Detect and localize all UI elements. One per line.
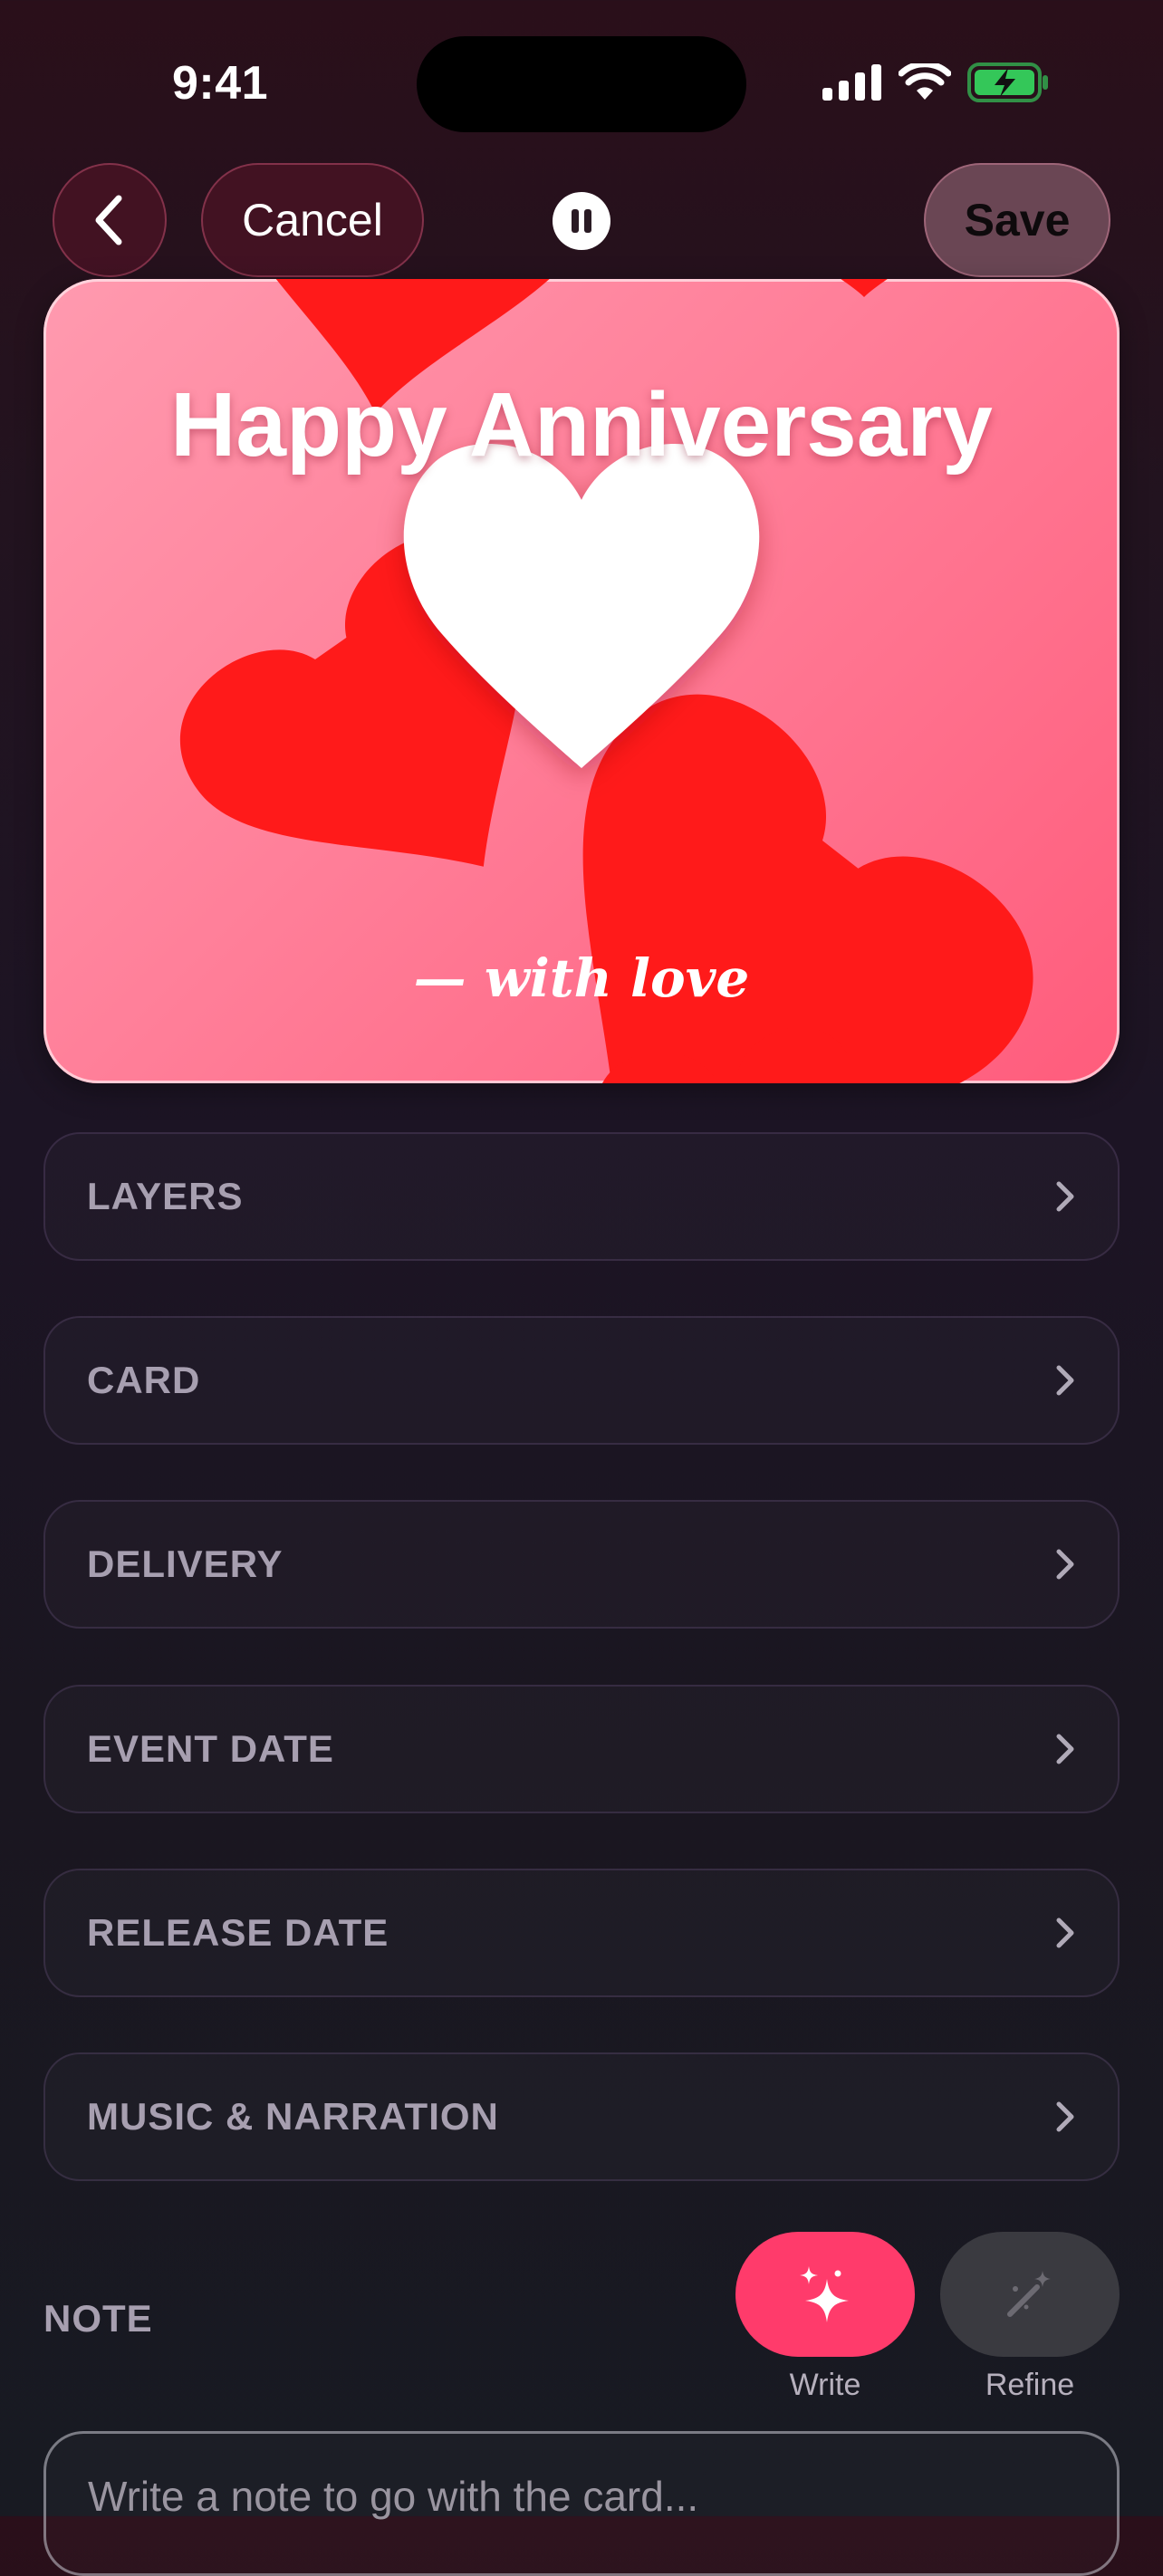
wifi-icon — [899, 63, 951, 100]
save-button[interactable]: Save — [924, 163, 1110, 277]
chevron-right-icon — [1056, 1365, 1074, 1396]
row-card[interactable]: CARD — [43, 1316, 1120, 1445]
heart-shape — [582, 694, 1033, 1083]
row-label: CARD — [87, 1359, 201, 1401]
pause-icon — [572, 209, 591, 233]
row-layers[interactable]: LAYERS — [43, 1132, 1120, 1261]
dynamic-island — [417, 36, 746, 132]
card-title: Happy Anniversary — [170, 374, 993, 476]
row-label: EVENT DATE — [87, 1727, 334, 1770]
row-label: DELIVERY — [87, 1543, 284, 1585]
chevron-left-icon — [95, 195, 122, 245]
card-preview[interactable]: Happy Anniversary — with love — [43, 279, 1120, 1083]
heart-shape — [841, 279, 888, 298]
chevron-right-icon — [1056, 1549, 1074, 1580]
refine-button[interactable] — [940, 2232, 1120, 2357]
row-event-date[interactable]: EVENT DATE — [43, 1685, 1120, 1813]
chevron-right-icon — [1056, 1918, 1074, 1948]
status-time: 9:41 — [172, 57, 269, 110]
write-button[interactable] — [735, 2232, 915, 2357]
row-release-date[interactable]: RELEASE DATE — [43, 1869, 1120, 1997]
row-label: LAYERS — [87, 1175, 244, 1217]
status-icons — [822, 60, 1051, 105]
sparkles-icon — [800, 2266, 849, 2322]
pause-button[interactable] — [553, 192, 610, 250]
row-label: MUSIC & NARRATION — [87, 2095, 499, 2138]
back-button[interactable] — [53, 163, 167, 277]
chevron-right-icon — [1056, 2101, 1074, 2132]
battery-charging-icon — [967, 62, 1048, 102]
row-delivery[interactable]: DELIVERY — [43, 1500, 1120, 1629]
row-music-narration[interactable]: MUSIC & NARRATION — [43, 2052, 1120, 2181]
chevron-right-icon — [1056, 1734, 1074, 1764]
note-section-label: NOTE — [43, 2297, 153, 2340]
card-signature: — with love — [413, 947, 750, 1009]
magic-wand-icon — [1007, 2271, 1051, 2317]
chevron-right-icon — [1056, 1181, 1074, 1212]
note-input[interactable]: Write a note to go with the card... — [43, 2431, 1120, 2576]
row-label: RELEASE DATE — [87, 1911, 389, 1954]
cancel-button[interactable]: Cancel — [201, 163, 424, 277]
refine-caption: Refine — [985, 2368, 1075, 2402]
write-caption: Write — [789, 2368, 861, 2402]
note-placeholder: Write a note to go with the card... — [88, 2473, 699, 2520]
cellular-signal-icon — [822, 64, 881, 101]
